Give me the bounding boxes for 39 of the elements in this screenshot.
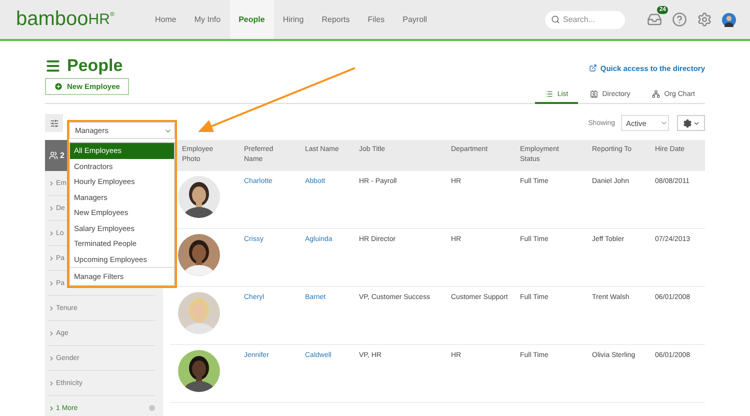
help-icon[interactable] xyxy=(672,12,687,27)
filter-toggle-button[interactable] xyxy=(45,114,63,132)
chevron-icon xyxy=(48,230,55,236)
chevron-icon xyxy=(48,180,55,186)
nav-item[interactable]: Files xyxy=(358,0,394,39)
chevron-icon xyxy=(48,354,55,362)
sliders-icon xyxy=(50,118,58,128)
employee-count: 2 xyxy=(60,151,64,160)
caret-icon xyxy=(692,120,700,126)
list-icon xyxy=(45,58,61,74)
avatar-icon[interactable] xyxy=(722,12,736,26)
nav-item[interactable]: People xyxy=(230,0,274,39)
external-link-icon xyxy=(589,64,598,72)
caret-icon xyxy=(660,119,668,127)
nav-item[interactable]: Hiring xyxy=(274,0,313,39)
page-title: People xyxy=(67,56,123,76)
chevron-icon xyxy=(48,404,55,412)
plus-icon xyxy=(54,82,63,91)
chevron-icon xyxy=(48,330,55,336)
nav-item[interactable]: Payroll xyxy=(394,0,436,39)
list-icon xyxy=(545,90,554,98)
chevron-icon xyxy=(48,280,55,286)
inbox-icon[interactable] xyxy=(647,12,662,27)
chevron-icon xyxy=(48,254,55,262)
search-field[interactable]: Search... xyxy=(545,10,625,28)
nav-item[interactable]: Reports xyxy=(312,0,359,39)
contact-card-icon xyxy=(590,90,598,98)
chevron-icon xyxy=(48,304,55,312)
gear-icon xyxy=(682,118,692,128)
people-icon xyxy=(49,151,58,160)
search-icon xyxy=(551,14,560,24)
nav-item[interactable]: Home xyxy=(146,0,186,39)
settings-menu-button[interactable] xyxy=(677,115,705,131)
org-chart-icon xyxy=(652,90,660,98)
chevron-icon xyxy=(48,380,55,386)
settings-icon[interactable] xyxy=(697,12,712,27)
chevron-icon xyxy=(48,204,55,212)
nav-item[interactable]: My Info xyxy=(185,0,230,39)
dot-icon xyxy=(149,405,155,411)
